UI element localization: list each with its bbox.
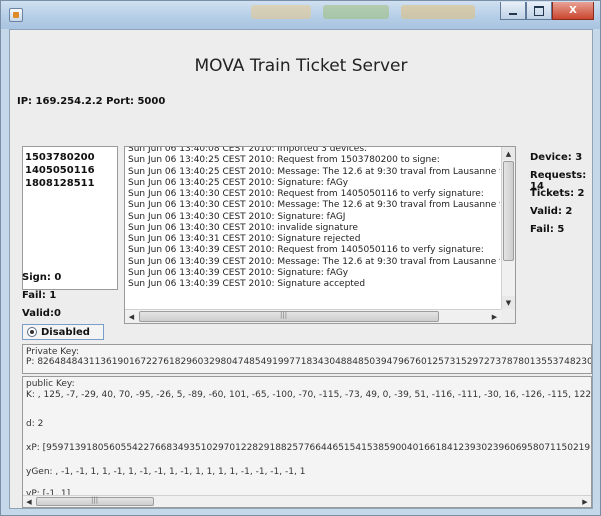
public-key-k: K: , 125, -7, -29, 40, 70, -95, -26, 5, … [26, 390, 592, 400]
title-blur [401, 5, 475, 19]
grip-icon: ||| [91, 496, 99, 504]
list-item[interactable]: 1405050116 [25, 164, 115, 177]
tickets-count: Tickets: 2 [530, 188, 585, 199]
public-key-ygen: yGen: , -1, -1, 1, 1, -1, 1, -1, -1, 1, … [26, 467, 306, 477]
ip-port-label: IP: 169.254.2.2 Port: 5000 [17, 96, 166, 107]
scroll-thumb[interactable]: ||| [139, 311, 439, 322]
public-key-xp: xP: [95971391805605542276683493510297012… [26, 443, 592, 453]
public-key-horizontal-scrollbar[interactable]: ◀ ||| ▶ [23, 495, 591, 507]
scroll-corner [501, 309, 515, 323]
log-line: Sun Jun 06 13:40:30 CEST 2010: Request f… [128, 189, 484, 199]
valid-count: Valid:0 [22, 308, 61, 319]
private-key-value: P: 8264848431136190167227618296032980474… [26, 357, 592, 367]
private-key-field[interactable]: Private Key: P: 826484843113619016722761… [22, 344, 592, 374]
log-line: Sun Jun 06 13:40:25 CEST 2010: Signature… [128, 177, 349, 188]
minimize-icon[interactable] [500, 2, 526, 20]
list-item[interactable]: 1503780200 [25, 151, 115, 164]
maximize-icon[interactable] [526, 2, 552, 20]
scroll-thumb[interactable]: ||| [36, 496, 154, 506]
device-list[interactable]: 1503780200 1405050116 1808128511 [22, 146, 118, 290]
log-line: Sun Jun 06 13:40:39 CEST 2010: Request f… [128, 245, 484, 256]
disabled-radio[interactable]: Disabled [22, 324, 104, 340]
list-item[interactable]: 1808128511 [25, 177, 115, 190]
page-title: MOVA Train Ticket Server [194, 56, 408, 76]
log-textarea[interactable]: Sun Jun 06 13:40:08 CEST 2010: imported … [124, 146, 516, 324]
log-content: Sun Jun 06 13:40:08 CEST 2010: imported … [128, 146, 500, 290]
log-line: Sun Jun 06 13:40:31 CEST 2010: Signature… [128, 234, 361, 244]
scroll-down-icon[interactable]: ▼ [502, 296, 515, 309]
scroll-up-icon[interactable]: ▲ [502, 147, 515, 160]
title-blur [323, 5, 389, 19]
log-line: Sun Jun 06 13:40:39 CEST 2010: Message: … [128, 256, 500, 267]
log-line: Sun Jun 06 13:40:30 CEST 2010: invalide … [128, 222, 358, 233]
title-blur [251, 5, 311, 19]
public-key-textarea[interactable]: public Key: K: , 125, -7, -29, 40, 70, -… [22, 376, 592, 508]
sign-count: Sign: 0 [22, 272, 62, 283]
title-bar[interactable]: X [1, 1, 600, 29]
app-icon[interactable] [9, 8, 23, 22]
fail-total: Fail: 5 [530, 224, 565, 235]
close-icon[interactable]: X [552, 2, 594, 20]
fail-count: Fail: 1 [22, 290, 57, 301]
scroll-right-icon[interactable]: ▶ [488, 310, 501, 323]
log-line: Sun Jun 06 13:40:30 CEST 2010: Signature… [128, 211, 346, 222]
radio-label: Disabled [41, 326, 90, 338]
valid-total: Valid: 2 [530, 206, 573, 217]
scroll-left-icon[interactable]: ◀ [125, 310, 138, 323]
scroll-thumb[interactable] [503, 161, 514, 261]
scroll-left-icon[interactable]: ◀ [23, 496, 35, 507]
log-vertical-scrollbar[interactable]: ▲ ▼ [501, 147, 515, 309]
log-line: Sun Jun 06 13:40:25 CEST 2010: Message: … [128, 166, 500, 177]
device-count: Device: 3 [530, 152, 583, 163]
log-line: Sun Jun 06 13:40:30 CEST 2010: Message: … [128, 200, 500, 211]
public-key-label: public Key: [26, 379, 75, 389]
public-key-d: d: 2 [26, 419, 44, 429]
window-controls: X [500, 2, 594, 20]
radio-selected-icon[interactable] [27, 327, 37, 337]
private-key-label: Private Key: [26, 347, 79, 357]
log-horizontal-scrollbar[interactable]: ◀ ||| ▶ [125, 309, 501, 323]
application-window: X MOVA Train Ticket Server IP: 169.254.2… [0, 0, 601, 516]
log-line: Sun Jun 06 13:40:25 CEST 2010: Request f… [128, 155, 440, 166]
grip-icon: ||| [280, 311, 288, 319]
client-area: MOVA Train Ticket Server IP: 169.254.2.2… [9, 29, 593, 509]
log-line: Sun Jun 06 13:40:08 CEST 2010: imported … [128, 146, 367, 154]
scroll-right-icon[interactable]: ▶ [579, 496, 591, 507]
log-line: Sun Jun 06 13:40:39 CEST 2010: Signature… [128, 267, 349, 278]
log-line: Sun Jun 06 13:40:39 CEST 2010: Signature… [128, 279, 366, 289]
